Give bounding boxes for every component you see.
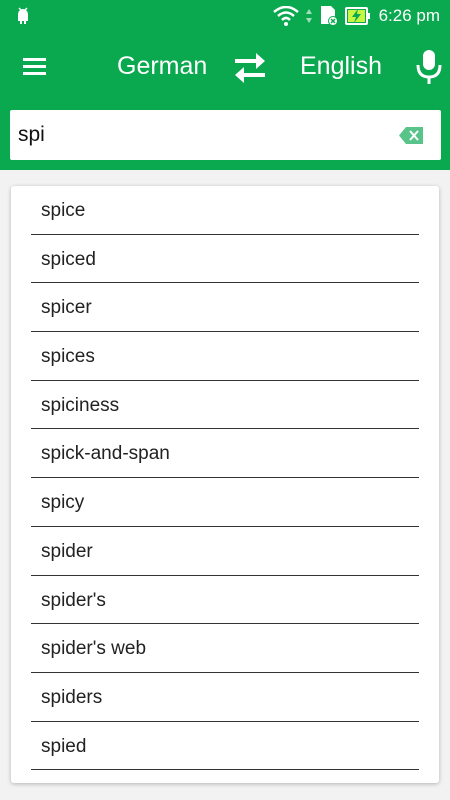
- suggestion-item[interactable]: spider: [11, 527, 439, 576]
- suggestion-label: spied: [41, 735, 87, 757]
- target-language-button[interactable]: English: [300, 52, 382, 81]
- suggestion-label: spicy: [41, 492, 85, 514]
- sim-icon: [320, 6, 338, 26]
- suggestion-label: spices: [41, 346, 95, 368]
- suggestion-dropdown: spice spiced spicer spices spiciness spi…: [11, 186, 439, 783]
- suggestion-label: spiciness: [41, 394, 120, 416]
- search-input[interactable]: [18, 120, 378, 150]
- clock: 6:26 pm: [378, 6, 440, 25]
- suggestion-label: spicer: [41, 297, 92, 319]
- suggestion-item[interactable]: spider's web: [11, 624, 439, 673]
- suggestion-item[interactable]: spices: [11, 332, 439, 381]
- backspace-clear-icon[interactable]: [399, 127, 423, 144]
- search-box: [10, 110, 441, 160]
- suggestion-item[interactable]: spiciness: [11, 381, 439, 430]
- swap-arrows-icon[interactable]: [232, 50, 268, 86]
- status-bar: 6:26 pm: [0, 0, 450, 32]
- android-icon: [18, 7, 28, 24]
- suggestion-item[interactable]: spider's: [11, 576, 439, 625]
- suggestion-label: spick-and-span: [41, 443, 170, 465]
- suggestion-label: spiced: [41, 248, 96, 270]
- suggestion-item[interactable]: spiced: [11, 235, 439, 284]
- divider: [31, 769, 419, 771]
- suggestion-item[interactable]: spice: [11, 186, 439, 235]
- suggestion-label: spider's web: [41, 638, 147, 660]
- suggestion-item[interactable]: spicy: [11, 478, 439, 527]
- suggestion-item[interactable]: spied: [11, 722, 439, 771]
- suggestion-label: spice: [41, 200, 86, 221]
- suggestion-label: spider's: [41, 589, 106, 611]
- data-arrows-icon: [305, 9, 312, 23]
- suggestion-item[interactable]: spick-and-span: [11, 429, 439, 479]
- battery-charging-icon: [344, 7, 370, 25]
- app-toolbar: German English: [0, 32, 450, 102]
- suggestion-label: spiders: [41, 686, 103, 708]
- source-language-button[interactable]: German: [117, 52, 207, 81]
- suggestion-label: spider: [41, 540, 93, 562]
- suggestion-item[interactable]: spiders: [11, 673, 439, 722]
- suggestion-item[interactable]: spicer: [11, 283, 439, 333]
- microphone-icon[interactable]: [414, 48, 444, 86]
- wifi-icon: [272, 6, 299, 26]
- search-bar: [0, 102, 450, 170]
- hamburger-menu-icon[interactable]: [20, 52, 50, 82]
